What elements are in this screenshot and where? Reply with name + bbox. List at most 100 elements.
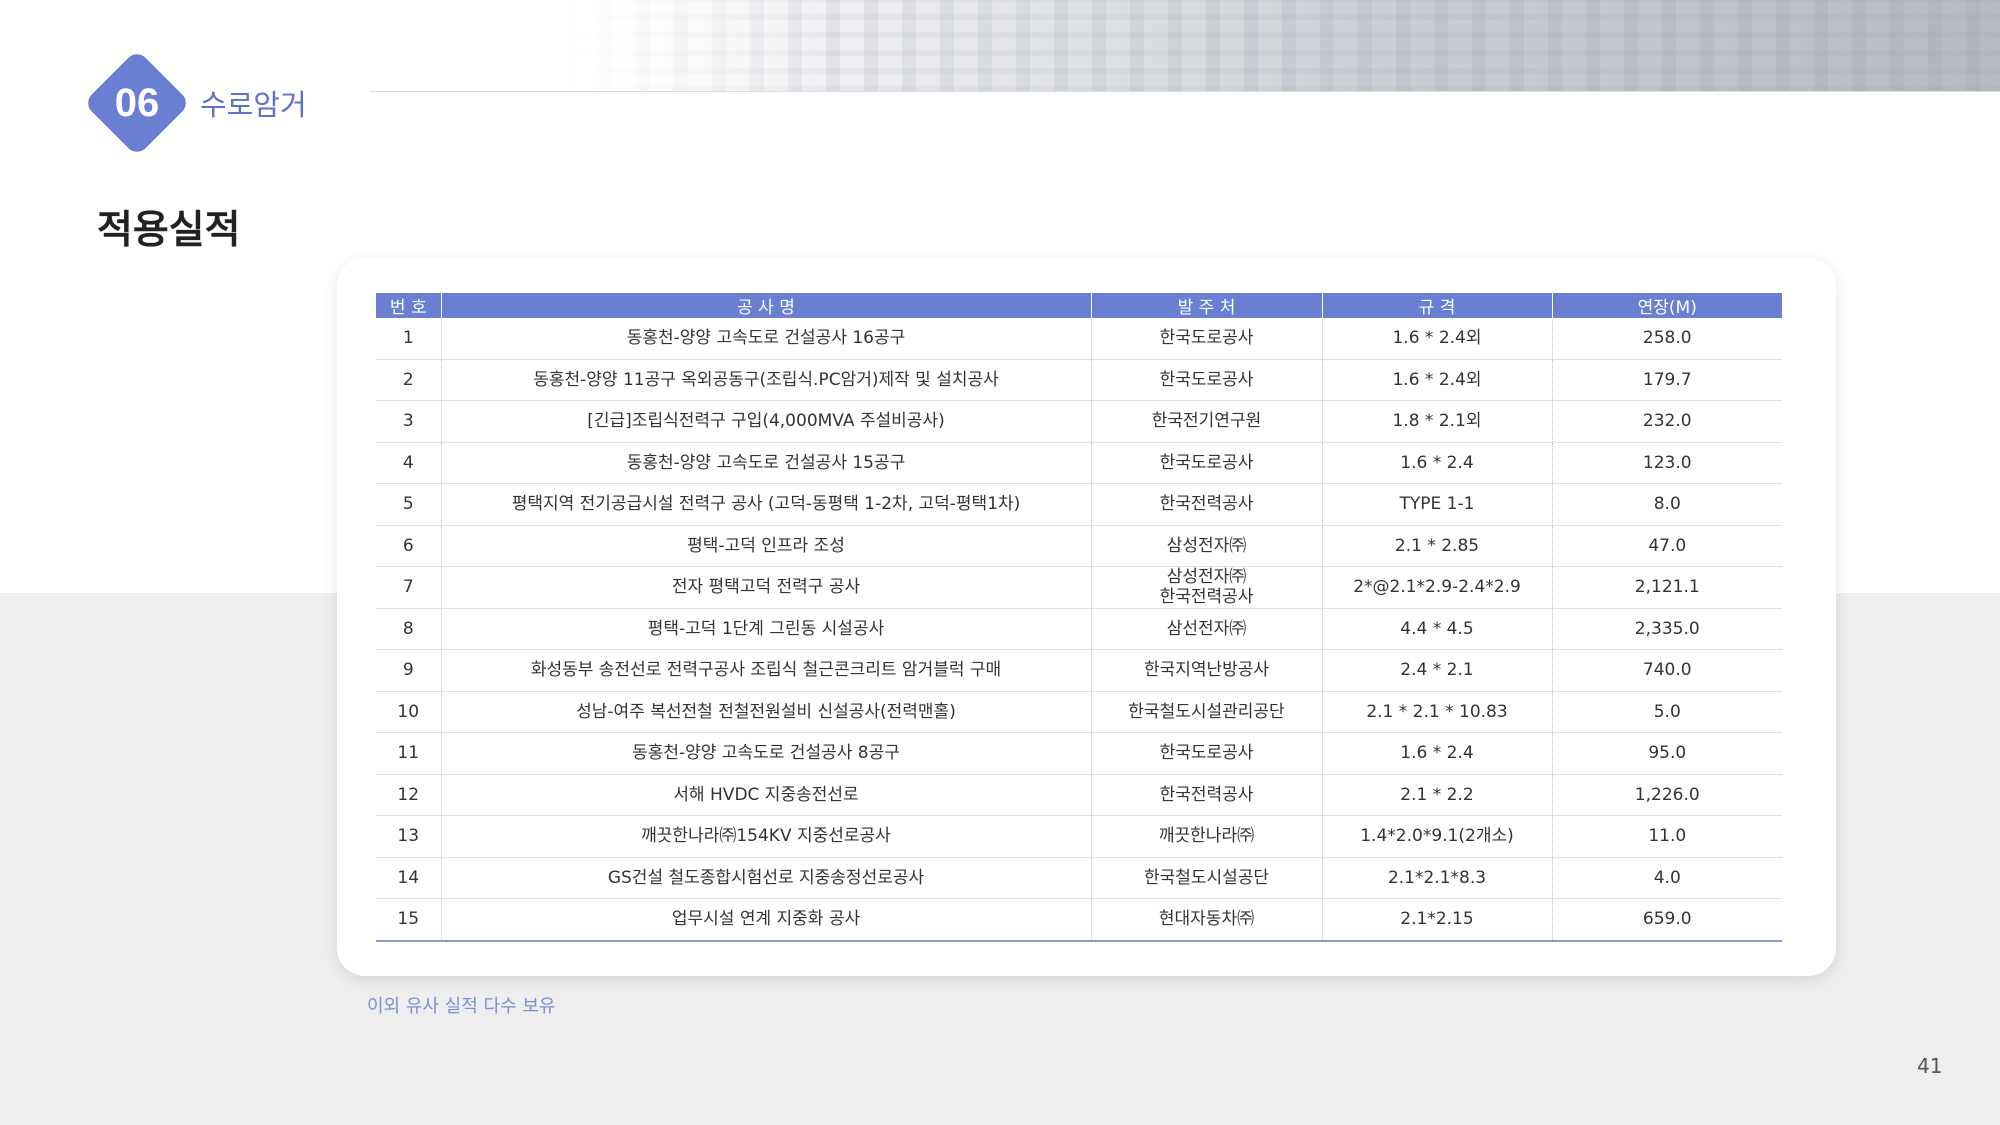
cell-length: 95.0 [1551, 732, 1782, 775]
cell-number: 7 [376, 566, 441, 609]
cell-project-name: 서해 HVDC 지중송전선로 [440, 774, 1091, 816]
cell-client: 한국전기연구원 [1090, 400, 1322, 443]
column-header-length: 연장(M) [1551, 293, 1782, 318]
cell-client: 삼성전자㈜ [1090, 525, 1322, 567]
table-body: 1 동홍천-양양 고속도로 건설공사 16공구 한국도로공사 1.6 * 2.4외 25… [376, 318, 1782, 942]
cell-project-name: 화성동부 송전선로 전력구공사 조립식 철근콘크리트 암거블럭 구매 [440, 649, 1091, 692]
cell-length: 2,121.1 [1551, 566, 1782, 609]
header-divider [370, 91, 2000, 92]
cell-client: 한국도로공사 [1090, 318, 1322, 360]
cell-client: 한국도로공사 [1090, 442, 1322, 484]
cell-spec: 2*@2.1*2.9-2.4*2.9 [1321, 566, 1552, 609]
table-row: 15 업무시설 연계 지중화 공사 현대자동차㈜ 2.1*2.15 659.0 [376, 898, 1782, 942]
table-row: 2 동홍천-양양 11공구 옥외공동구(조립식.PC암거)제작 및 설치공사 한국도… [376, 359, 1782, 401]
cell-number: 2 [376, 359, 441, 401]
cell-spec: 2.1*2.15 [1321, 898, 1552, 942]
table-row: 13 깨끗한나라㈜154KV 지중선로공사 깨끗한나라㈜ 1.4*2.0*9.1(2개… [376, 815, 1782, 858]
table-row: 5 평택지역 전기공급시설 전력구 공사 (고덕-동평택 1-2차, 고덕-평택1… [376, 483, 1782, 526]
cell-number: 11 [376, 732, 441, 775]
client-line: 삼선전자㈜ [1166, 618, 1247, 639]
table-header-row: 번 호 공 사 명 발 주 처 규 격 연장(M) [376, 293, 1782, 318]
table-row: 12 서해 HVDC 지중송전선로 한국전력공사 2.1 * 2.2 1,226.0 [376, 774, 1782, 816]
cell-project-name: 동홍천-양양 11공구 옥외공동구(조립식.PC암거)제작 및 설치공사 [440, 359, 1091, 401]
cell-project-name: 평택지역 전기공급시설 전력구 공사 (고덕-동평택 1-2차, 고덕-평택1차… [440, 483, 1091, 526]
cell-length: 258.0 [1551, 318, 1782, 360]
cell-client: 한국전력공사 [1090, 774, 1322, 816]
table-row: 4 동홍천-양양 고속도로 건설공사 15공구 한국도로공사 1.6 * 2.4 123… [376, 442, 1782, 484]
cell-length: 659.0 [1551, 898, 1782, 942]
cell-number: 15 [376, 898, 441, 942]
cell-length: 4.0 [1551, 857, 1782, 899]
cell-project-name: 평택-고덕 인프라 조성 [440, 525, 1091, 567]
cell-spec: 1.6 * 2.4외 [1321, 359, 1552, 401]
cell-project-name: 성남-여주 복선전철 전철전원설비 신설공사(전력맨홀) [440, 691, 1091, 733]
cell-project-name: 평택-고덕 1단계 그린동 시설공사 [440, 608, 1091, 650]
table-row: 14 GS건설 철도종합시험선로 지중송정선로공사 한국철도시설공단 2.1*2.1*… [376, 857, 1782, 899]
section-name: 수로암거 [200, 88, 307, 122]
client-line: 한국도로공사 [1159, 369, 1254, 390]
client-line: 한국전기연구원 [1151, 411, 1262, 432]
cell-spec: 2.1 * 2.85 [1321, 525, 1552, 567]
cell-spec: 2.4 * 2.1 [1321, 649, 1552, 692]
cell-spec: 2.1*2.1*8.3 [1321, 857, 1552, 899]
client-line: 한국전력공사 [1159, 784, 1254, 805]
section-number: 06 [114, 80, 160, 125]
cell-length: 11.0 [1551, 815, 1782, 858]
client-line: 한국지역난방공사 [1143, 660, 1270, 681]
cell-client: 삼성전자㈜ 한국전력공사 [1090, 566, 1322, 609]
cell-spec: 1.6 * 2.4 [1321, 732, 1552, 775]
client-line: 깨끗한나라㈜ [1158, 826, 1255, 847]
cell-project-name: GS건설 철도종합시험선로 지중송정선로공사 [440, 857, 1091, 899]
cell-project-name: 동홍천-양양 고속도로 건설공사 8공구 [440, 732, 1091, 775]
client-line: 삼성전자㈜ [1166, 567, 1247, 588]
header-banner-image [560, 0, 2000, 92]
cell-client: 깨끗한나라㈜ [1090, 815, 1322, 858]
cell-client: 삼선전자㈜ [1090, 608, 1322, 650]
column-header-project: 공 사 명 [440, 293, 1091, 318]
column-header-number: 번 호 [376, 293, 441, 318]
table-row: 6 평택-고덕 인프라 조성 삼성전자㈜ 2.1 * 2.85 47.0 [376, 525, 1782, 567]
cell-project-name: 업무시설 연계 지중화 공사 [440, 898, 1091, 942]
cell-project-name: [긴급]조립식전력구 구입(4,000MVA 주설비공사) [440, 400, 1091, 443]
cell-length: 123.0 [1551, 442, 1782, 484]
cell-length: 179.7 [1551, 359, 1782, 401]
client-line: 한국철도시설관리공단 [1128, 701, 1285, 722]
table-row: 11 동홍천-양양 고속도로 건설공사 8공구 한국도로공사 1.6 * 2.4 95.… [376, 732, 1782, 775]
cell-number: 8 [376, 608, 441, 650]
cell-number: 9 [376, 649, 441, 692]
table-row: 8 평택-고덕 1단계 그린동 시설공사 삼선전자㈜ 4.4 * 4.5 2,335.0 [376, 608, 1782, 650]
page-title: 적용실적 [97, 208, 241, 253]
cell-client: 현대자동차㈜ [1090, 898, 1322, 942]
cell-spec: 1.8 * 2.1외 [1321, 400, 1552, 443]
cell-number: 6 [376, 525, 441, 567]
cell-number: 5 [376, 483, 441, 526]
cell-project-name: 전자 평택고덕 전력구 공사 [440, 566, 1091, 609]
cell-client: 한국도로공사 [1090, 732, 1322, 775]
table-row: 10 성남-여주 복선전철 전철전원설비 신설공사(전력맨홀) 한국철도시설관리공단… [376, 691, 1782, 733]
cell-length: 5.0 [1551, 691, 1782, 733]
cell-number: 14 [376, 857, 441, 899]
cell-length: 232.0 [1551, 400, 1782, 443]
cell-client: 한국철도시설공단 [1090, 857, 1322, 899]
table-row: 9 화성동부 송전선로 전력구공사 조립식 철근콘크리트 암거블럭 구매 한국지역난… [376, 649, 1782, 692]
client-line: 삼성전자㈜ [1166, 535, 1247, 556]
client-line: 한국도로공사 [1159, 328, 1254, 349]
client-line: 현대자동차㈜ [1158, 909, 1255, 930]
column-header-client: 발 주 처 [1090, 293, 1322, 318]
cell-client: 한국철도시설관리공단 [1090, 691, 1322, 733]
client-line: 한국도로공사 [1159, 743, 1254, 764]
cell-spec: 2.1 * 2.1 * 10.83 [1321, 691, 1552, 733]
cell-length: 2,335.0 [1551, 608, 1782, 650]
cell-number: 1 [376, 318, 441, 360]
cell-length: 47.0 [1551, 525, 1782, 567]
cell-spec: 1.4*2.0*9.1(2개소) [1321, 815, 1552, 858]
cell-spec: 1.6 * 2.4 [1321, 442, 1552, 484]
column-header-spec: 규 격 [1321, 293, 1552, 318]
cell-spec: TYPE 1-1 [1321, 483, 1552, 526]
cell-length: 740.0 [1551, 649, 1782, 692]
cell-length: 1,226.0 [1551, 774, 1782, 816]
cell-length: 8.0 [1551, 483, 1782, 526]
cell-spec: 1.6 * 2.4외 [1321, 318, 1552, 360]
cell-client: 한국지역난방공사 [1090, 649, 1322, 692]
page-number: 41 [1917, 1054, 1943, 1078]
